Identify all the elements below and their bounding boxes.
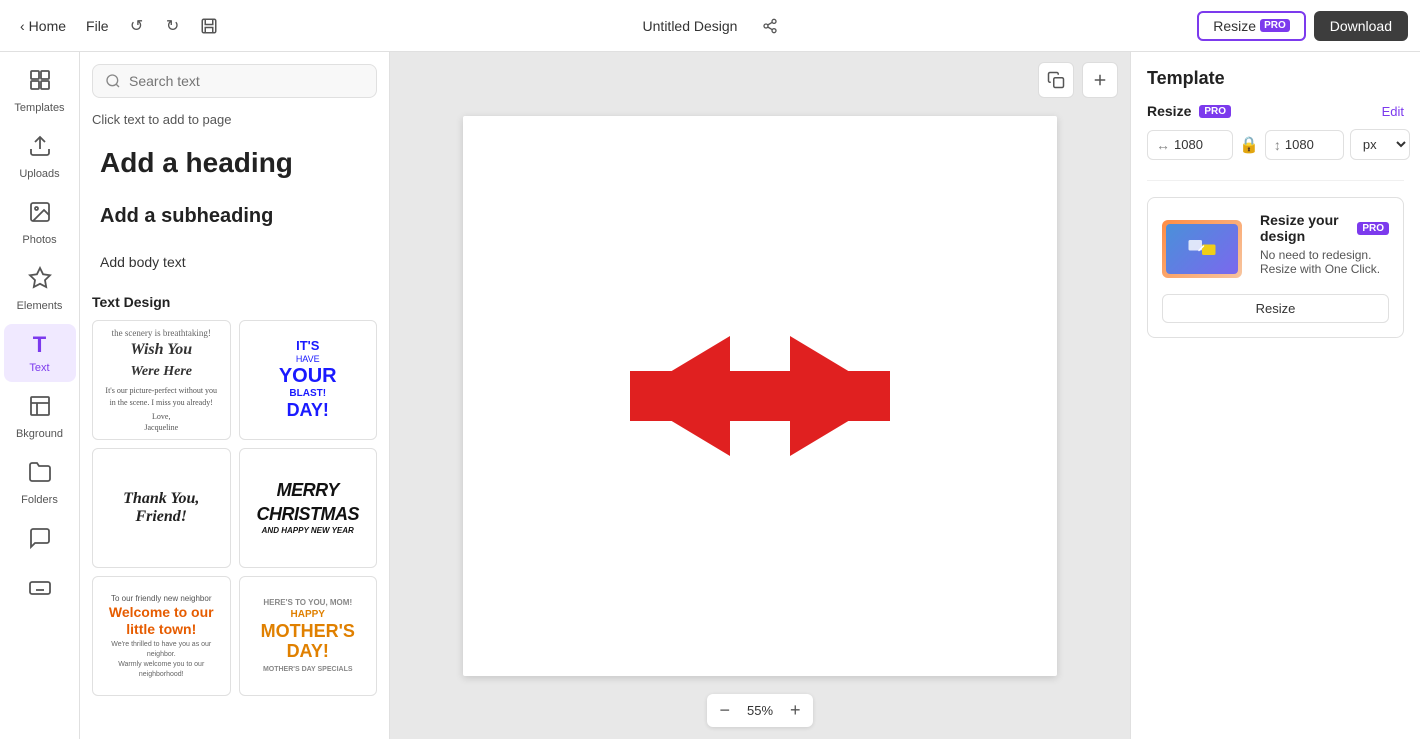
design-title[interactable]: Untitled Design [634, 13, 747, 39]
sidebar-item-templates[interactable]: Templates [4, 60, 76, 122]
right-panel-title: Template [1147, 68, 1404, 89]
resize-section: Resize PRO Edit ↔ 🔒 ↕ px in cm mm [1147, 103, 1404, 160]
photos-label: Photos [22, 234, 56, 246]
undo-button[interactable]: ↺ [121, 10, 153, 42]
topbar-right: Resize PRO Download [794, 11, 1408, 41]
height-input[interactable] [1285, 137, 1335, 152]
folders-label: Folders [21, 494, 58, 506]
text-design-item-merry-christmas[interactable]: MERRYCHRISTMAS AND HAPPY NEW YEAR [239, 448, 378, 568]
duplicate-page-button[interactable] [1038, 62, 1074, 98]
sidebar-item-uploads[interactable]: Uploads [4, 126, 76, 188]
left-panel: Click text to add to page Add a heading … [80, 52, 390, 739]
text-design-item-thank-you[interactable]: Thank You, Friend! [92, 448, 231, 568]
keyboard-icon [28, 576, 52, 606]
templates-label: Templates [14, 102, 64, 114]
right-panel: Template Resize PRO Edit ↔ 🔒 ↕ px [1130, 52, 1420, 739]
uploads-label: Uploads [19, 168, 59, 180]
dimensions-row: ↔ 🔒 ↕ px in cm mm [1147, 129, 1404, 160]
topbar-left: ‹ Home File ↺ ↻ [12, 10, 626, 42]
text-design-item-wish-you[interactable]: the scenery is breathtaking! Wish You We… [92, 320, 231, 440]
add-heading-button[interactable]: Add a heading [92, 139, 377, 187]
pro-badge: PRO [1260, 19, 1290, 32]
sidebar-item-elements[interactable]: Elements [4, 258, 76, 320]
text-icon: T [33, 332, 46, 358]
main-layout: Templates Uploads Photos [0, 52, 1420, 739]
topbar: ‹ Home File ↺ ↻ Untitled Design Resize P… [0, 0, 1420, 52]
divider [1147, 180, 1404, 181]
search-icon [105, 73, 121, 89]
height-input-group: ↕ [1265, 130, 1344, 160]
resize-promo-pro-badge: PRO [1357, 222, 1389, 235]
resize-promo-button[interactable]: Resize [1162, 294, 1389, 323]
unit-select[interactable]: px in cm mm [1350, 129, 1410, 160]
text-design-item-welcome-town[interactable]: To our friendly new neighbor Welcome to … [92, 576, 231, 696]
sidebar-item-folders[interactable]: Folders [4, 452, 76, 514]
save-button[interactable] [193, 10, 225, 42]
zoom-in-button[interactable]: + [790, 700, 801, 721]
resize-section-label: Resize [1147, 103, 1191, 119]
text-design-item-its-your-day[interactable]: IT'S HAVE YOUR BLAST! DAY! [239, 320, 378, 440]
photos-icon [28, 200, 52, 230]
sidebar-item-keyboard[interactable] [4, 568, 76, 614]
sidebar-icons: Templates Uploads Photos [0, 52, 80, 739]
resize-header: Resize PRO Edit [1147, 103, 1404, 119]
speech-icon [28, 526, 52, 556]
text-design-item-mothers-day[interactable]: HERE'S TO YOU, MOM! HAPPY MOTHER'SDAY! M… [239, 576, 378, 696]
folders-icon [28, 460, 52, 490]
height-icon: ↕ [1274, 137, 1281, 153]
resize-promo: Resize your design PRO No need to redesi… [1147, 197, 1404, 338]
lock-icon[interactable]: 🔒 [1239, 135, 1259, 155]
sidebar-item-speech[interactable] [4, 518, 76, 564]
sidebar-item-background[interactable]: Bkground [4, 386, 76, 448]
add-body-button[interactable]: Add body text [92, 246, 377, 278]
elements-icon [28, 266, 52, 296]
resize-promo-icon [1187, 234, 1217, 264]
templates-icon [28, 68, 52, 98]
share-button[interactable] [754, 10, 786, 42]
add-page-button[interactable] [1082, 62, 1118, 98]
text-design-section-title: Text Design [92, 294, 377, 310]
zoom-bar: − 55% + [707, 694, 812, 727]
topbar-center: Untitled Design [634, 10, 787, 42]
text-label: Text [29, 362, 49, 374]
resize-label: Resize [1213, 18, 1256, 34]
width-input[interactable] [1174, 137, 1224, 152]
search-box[interactable] [92, 64, 377, 98]
uploads-icon [28, 134, 52, 164]
elements-label: Elements [17, 300, 63, 312]
sidebar-item-photos[interactable]: Photos [4, 192, 76, 254]
text-design-grid: the scenery is breathtaking! Wish You We… [92, 320, 377, 696]
resize-button[interactable]: Resize PRO [1197, 11, 1305, 41]
zoom-out-button[interactable]: − [719, 700, 730, 721]
chevron-left-icon: ‹ [20, 18, 25, 34]
home-label: Home [29, 18, 66, 34]
width-input-group: ↔ [1147, 130, 1233, 160]
download-button[interactable]: Download [1314, 11, 1408, 41]
redo-button[interactable]: ↻ [157, 10, 189, 42]
resize-promo-header: Resize your design PRO No need to redesi… [1162, 212, 1389, 286]
background-icon [28, 394, 52, 424]
edit-link[interactable]: Edit [1382, 104, 1404, 119]
zoom-level: 55% [740, 703, 780, 718]
canvas-page[interactable] [463, 116, 1057, 676]
background-label: Bkground [16, 428, 63, 440]
resize-promo-desc: No need to redesign. Resize with One Cli… [1260, 248, 1389, 276]
canvas-toolbar [1038, 62, 1118, 98]
resize-promo-title: Resize your design [1260, 212, 1351, 244]
home-button[interactable]: ‹ Home [12, 14, 74, 38]
file-button[interactable]: File [78, 14, 117, 38]
add-subheading-button[interactable]: Add a subheading [92, 197, 377, 236]
canvas-area: − 55% + [390, 52, 1130, 739]
red-arrow [630, 326, 890, 466]
sidebar-item-text[interactable]: T Text [4, 324, 76, 382]
right-pro-badge: PRO [1199, 105, 1231, 118]
click-to-add-label: Click text to add to page [92, 112, 377, 127]
search-input[interactable] [129, 73, 364, 89]
width-icon: ↔ [1156, 137, 1170, 153]
